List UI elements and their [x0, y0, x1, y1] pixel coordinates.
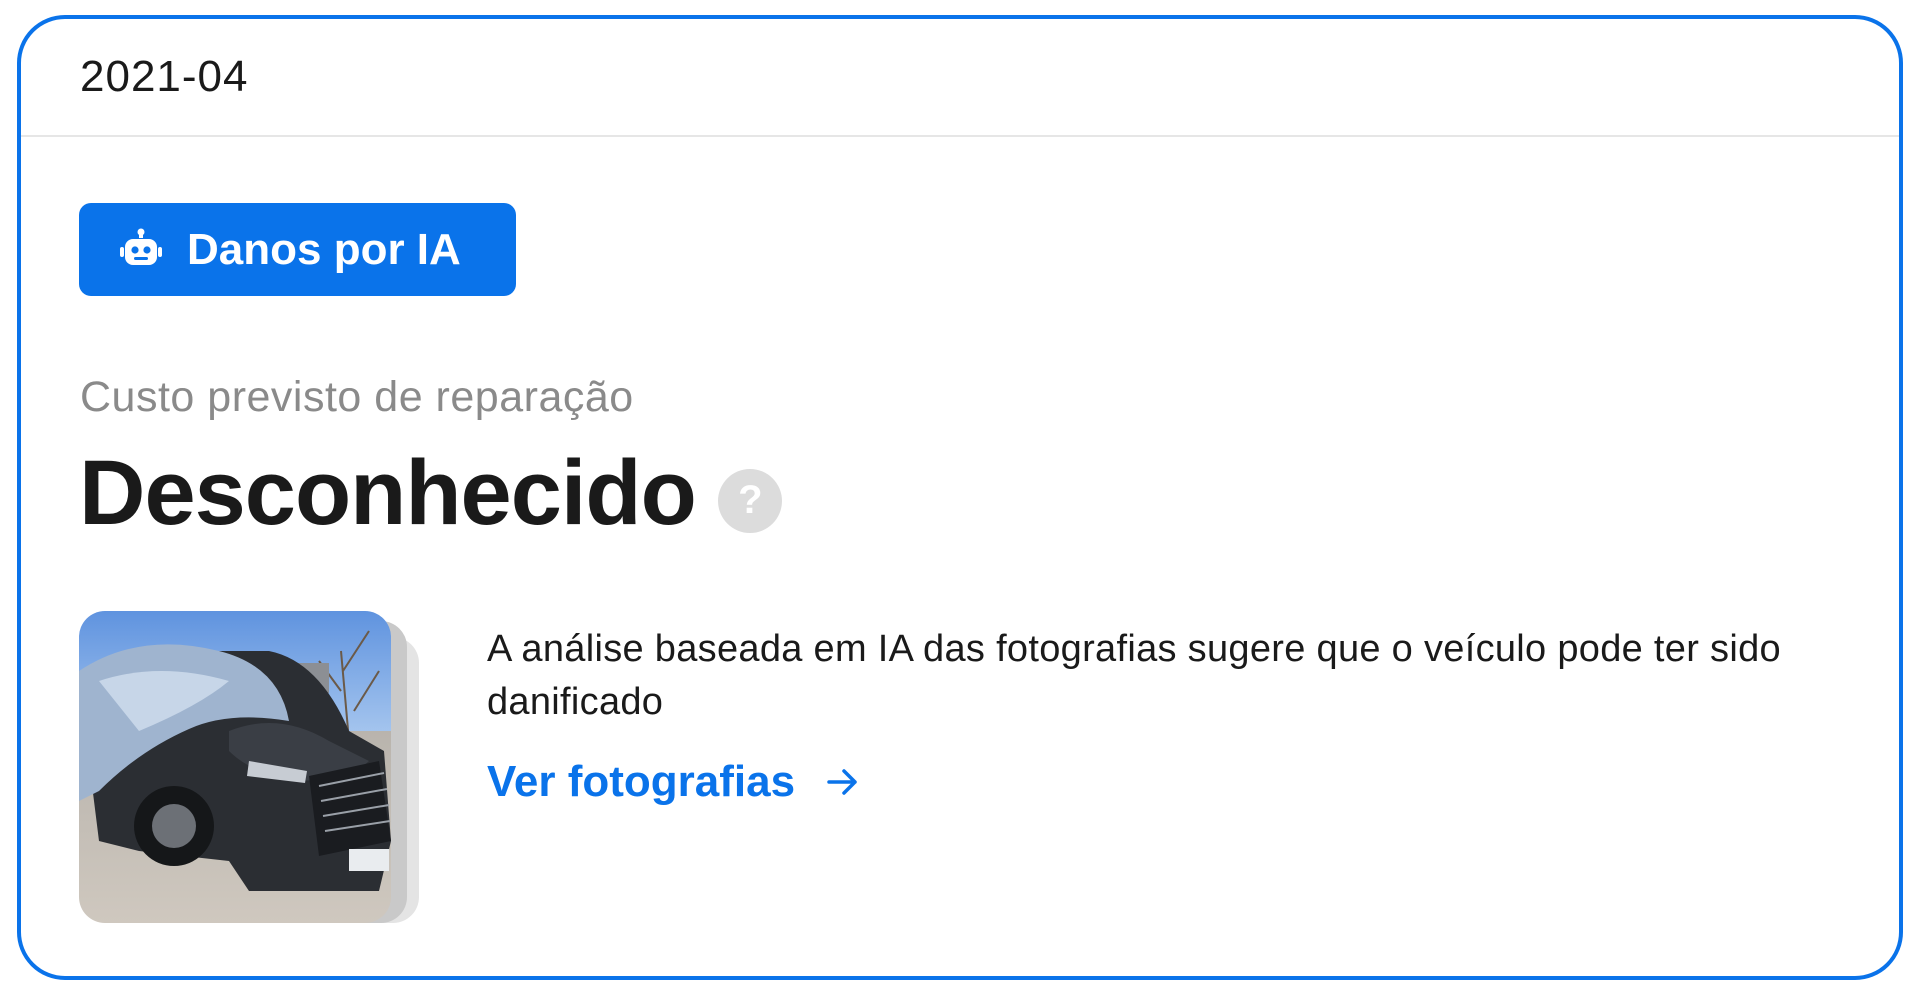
ai-analysis-description: A análise baseada em IA das fotografias …: [487, 628, 1781, 723]
ai-damage-badge-label: Danos por IA: [187, 224, 461, 274]
repair-cost-label: Custo previsto de reparação: [80, 373, 634, 421]
robot-icon: [119, 228, 163, 272]
arrow-right-icon: [825, 764, 861, 800]
repair-cost-value: Desconhecido: [79, 442, 697, 544]
vehicle-history-card: 2021-04 Danos por IA Custo previsto de r…: [17, 15, 1903, 980]
card-header: 2021-04: [21, 19, 1899, 137]
period-date: 2021-04: [80, 52, 249, 101]
view-photos-link[interactable]: Ver fotografias: [487, 757, 861, 807]
ai-damage-badge: Danos por IA: [79, 203, 516, 296]
repair-cost-value-row: Desconhecido ?: [79, 441, 782, 546]
view-photos-link-label: Ver fotografias: [487, 757, 796, 806]
damage-photo-stack[interactable]: [79, 611, 439, 927]
question-icon[interactable]: ?: [717, 468, 782, 533]
damaged-vehicle-photo[interactable]: [79, 611, 391, 923]
